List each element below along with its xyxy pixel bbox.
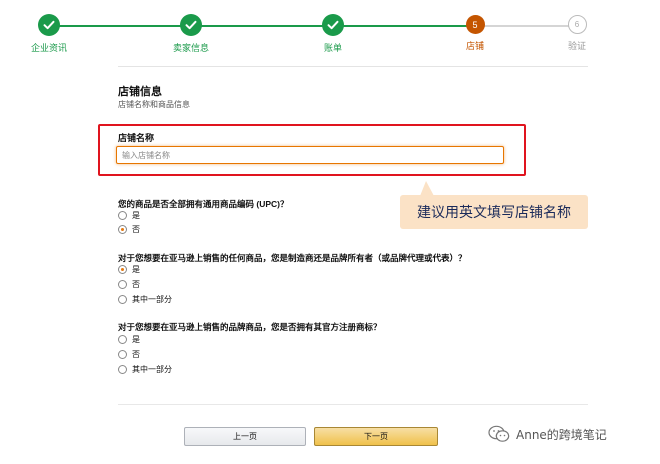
option-label: 是 (132, 265, 140, 274)
watermark: Anne的跨境笔记 (488, 425, 607, 443)
check-icon (322, 14, 344, 36)
option-label: 其中一部分 (132, 365, 172, 374)
option-label: 是 (132, 335, 140, 344)
step-label: 账单 (323, 43, 342, 53)
watermark-text: Anne的跨境笔记 (516, 427, 607, 442)
check-icon (38, 14, 60, 36)
radio-button[interactable] (118, 225, 127, 234)
radio-button[interactable] (118, 211, 127, 220)
step-store: 5 店铺 (430, 14, 520, 52)
previous-page-button[interactable]: 上一页 (184, 427, 306, 446)
callout-pointer (420, 181, 434, 196)
option-brand-owner-no[interactable]: 否 (118, 279, 140, 290)
radio-button[interactable] (118, 365, 127, 374)
radio-button[interactable] (118, 295, 127, 304)
check-icon (180, 14, 202, 36)
section-subtitle: 店铺名称和商品信息 (118, 100, 190, 109)
step-company-info: 企业资讯 (4, 14, 94, 54)
step-billing: 账单 (288, 14, 378, 54)
step-number: 6 (567, 15, 587, 34)
radio-button[interactable] (118, 265, 127, 274)
option-label: 是 (132, 211, 140, 220)
step-label: 卖家信息 (172, 43, 209, 53)
option-label: 其中一部分 (132, 295, 172, 304)
question-trademark: 对于您想要在亚马逊上销售的品牌商品，您是否拥有其官方注册商标？ (118, 322, 382, 332)
question-upc: 您的商品是否全部拥有通用商品编码 (UPC)？ (118, 199, 289, 209)
radio-button[interactable] (118, 335, 127, 344)
option-trademark-no[interactable]: 否 (118, 349, 140, 360)
option-upc-no[interactable]: 否 (118, 224, 140, 235)
step-verification: 6 验证 (532, 14, 622, 52)
progress-stepper: 企业资讯 卖家信息 账单 5 店铺 6 验证 (0, 0, 660, 66)
option-label: 否 (132, 225, 140, 234)
next-page-button[interactable]: 下一页 (314, 427, 438, 446)
radio-button[interactable] (118, 280, 127, 289)
option-label: 否 (132, 350, 140, 359)
wechat-icon (488, 425, 510, 442)
store-name-input[interactable] (116, 146, 504, 164)
option-trademark-yes[interactable]: 是 (118, 334, 140, 345)
tip-callout: 建议用英文填写店铺名称 (400, 195, 588, 229)
footer-divider (118, 404, 588, 405)
step-number: 5 (465, 15, 485, 34)
option-brand-owner-partial[interactable]: 其中一部分 (118, 294, 172, 305)
step-seller-info: 卖家信息 (146, 14, 236, 54)
section-title: 店铺信息 (118, 86, 162, 98)
option-trademark-partial[interactable]: 其中一部分 (118, 364, 172, 375)
step-label: 店铺 (465, 41, 484, 51)
step-label: 验证 (567, 41, 586, 51)
question-brand-owner: 对于您想要在亚马逊上销售的任何商品，您是制造商还是品牌所有者（或品牌代理或代表）… (118, 253, 467, 263)
option-label: 否 (132, 280, 140, 289)
store-name-label: 店铺名称 (118, 133, 155, 143)
header-divider (118, 66, 588, 67)
radio-button[interactable] (118, 350, 127, 359)
option-brand-owner-yes[interactable]: 是 (118, 264, 140, 275)
option-upc-yes[interactable]: 是 (118, 210, 140, 221)
step-label: 企业资讯 (30, 43, 67, 53)
